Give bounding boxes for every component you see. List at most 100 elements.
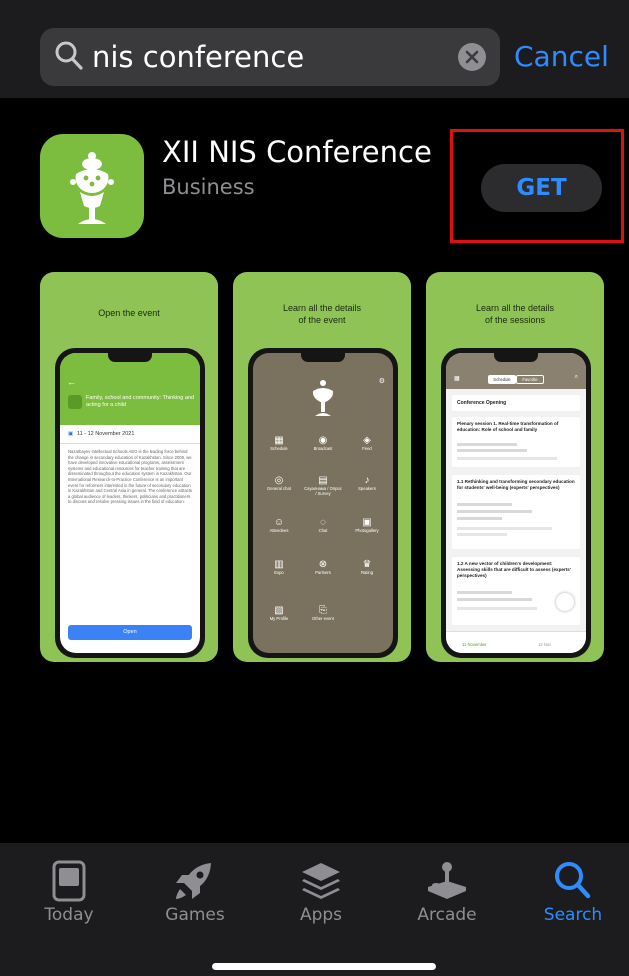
phone-screen: ▦ Schedule Favorite ⌕ Conference Opening… [446, 353, 586, 653]
menu-label: Photogallery [355, 528, 379, 533]
search-input[interactable]: nis conference [40, 28, 500, 86]
event-description: Nazarbayev Intellectual Schools AEO is t… [68, 449, 192, 505]
search-header: nis conference Cancel [0, 0, 629, 98]
tab-bar: Today Games Apps Arcade Search [0, 843, 629, 976]
menu-label: Broadcast [313, 446, 333, 451]
session-card: 1.2 A new vector of children's developme… [452, 557, 580, 625]
divider [60, 443, 200, 444]
menu-item-broadcast: ◉ Broadcast [303, 435, 343, 451]
people-icon: ☺ [273, 517, 285, 528]
menu-item-general-chat: ◎ General chat [259, 475, 299, 491]
menu-item-schedule: ▦ Schedule [259, 435, 299, 451]
phone-frame: ⚙ ▦ Schedule ◉ Broadcast ◈ Feed ◎ General ch… [248, 348, 398, 658]
event-logo-icon [68, 395, 82, 409]
menu-label: Attendees [269, 528, 289, 533]
tab-label: Arcade [417, 905, 477, 925]
photo-icon: ▣ [362, 517, 372, 528]
event-banner [60, 353, 200, 425]
microphone-icon: ♪ [364, 475, 370, 486]
session-title: Plenary session 1. Real-time transformat… [457, 421, 559, 432]
menu-label: Сауалнама / Опрос / Survey [304, 486, 342, 496]
floating-action-icon [556, 593, 574, 611]
session-card: Conference Opening [452, 395, 580, 411]
event-date: 11 - 12 November 2021 [77, 431, 135, 437]
cancel-button[interactable]: Cancel [514, 40, 609, 73]
menu-label: Rating [360, 570, 374, 575]
menu-label: Speakers [358, 486, 376, 491]
menu-label: Other event [312, 616, 334, 621]
tab-arcade[interactable]: Arcade [392, 843, 502, 943]
menu-item-speakers: ♪ Speakers [347, 475, 387, 491]
bottom-tab: 11 November [462, 642, 487, 647]
menu-item-my-profile: ▧ My Profile [259, 605, 299, 621]
app-category: Business [162, 175, 255, 199]
session-title: 1.1 Rethinking and transforming secondar… [457, 479, 575, 490]
tab-games[interactable]: Games [140, 843, 250, 943]
screenshot-caption: Learn all the details of the event [233, 302, 411, 326]
expo-icon: ▥ [274, 559, 284, 570]
apps-stack-icon [266, 859, 376, 903]
menu-item-other-event: ⎘ Other event [303, 605, 343, 621]
app-screenshot-1[interactable]: Open the event ← Family, school and comm… [40, 272, 218, 662]
app-title[interactable]: XII NIS Conference [162, 135, 432, 169]
session-speakers [457, 533, 507, 536]
session-tag [457, 591, 512, 594]
clear-search-icon[interactable] [458, 43, 486, 71]
chat-icon: ◎ [274, 475, 284, 486]
event-title: Family, school and community: Thinking a… [86, 395, 195, 408]
joystick-icon [392, 859, 502, 903]
search-icon [54, 39, 84, 78]
sessions-bottom-tabs: 11 November 12 Nov [446, 631, 586, 653]
app-icon[interactable] [40, 134, 144, 238]
tab-favorite: Favorite [516, 375, 544, 384]
tab-label: Today [44, 905, 94, 925]
menu-item-expo: ▥ Expo [259, 559, 299, 575]
search-icon [518, 859, 628, 903]
session-speakers [457, 457, 557, 460]
gear-icon: ⚙ [378, 378, 385, 385]
bottom-tab: 12 Nov [538, 642, 552, 647]
app-screenshot-3[interactable]: Learn all the details of the sessions ▦ … [426, 272, 604, 662]
tree-logo-icon [312, 380, 334, 416]
menu-label: Chat [318, 528, 328, 533]
tab-apps[interactable]: Apps [266, 843, 376, 943]
tab-label: Search [543, 905, 603, 925]
menu-item-chat: ◌ Chat [303, 517, 343, 533]
tab-search[interactable]: Search [518, 843, 628, 943]
phone-notch [301, 353, 345, 362]
menu-item-partners: ⊗ Partners [303, 559, 343, 575]
caption-line: Learn all the details [282, 303, 362, 313]
session-tag [457, 517, 502, 520]
today-icon [14, 859, 124, 903]
menu-item-rating: ♛ Rating [347, 559, 387, 575]
back-arrow-icon: ← [67, 377, 76, 387]
menu-label: Schedule [270, 446, 288, 451]
menu-label: Feed [362, 446, 372, 451]
screenshot-caption: Open the event [98, 308, 160, 318]
session-tag [457, 503, 512, 506]
session-tag [457, 510, 532, 513]
tab-today[interactable]: Today [14, 843, 124, 943]
session-tag [457, 598, 532, 601]
chat-bubble-icon: ◌ [320, 517, 326, 528]
survey-icon: ▤ [318, 475, 328, 486]
profile-icon: ▧ [274, 605, 284, 616]
menu-item-feed: ◈ Feed [347, 435, 387, 451]
tab-label: Games [165, 905, 225, 925]
phone-notch [494, 353, 538, 362]
session-speakers [457, 607, 537, 610]
home-indicator[interactable] [212, 963, 436, 970]
menu-item-photogallery: ▣ Photogallery [347, 517, 387, 533]
session-card: 1.1 Rethinking and transforming secondar… [452, 475, 580, 549]
search-icon: ⌕ [574, 374, 578, 380]
caption-line: of the event [298, 315, 346, 325]
get-button[interactable]: GET [481, 164, 602, 212]
phone-screen: ⚙ ▦ Schedule ◉ Broadcast ◈ Feed ◎ General ch… [253, 353, 393, 653]
session-title: Conference Opening [457, 400, 507, 406]
feed-icon: ◈ [363, 435, 371, 446]
tree-logo-icon [70, 152, 114, 224]
tab-schedule: Schedule [488, 375, 516, 384]
app-screenshot-2[interactable]: Learn all the details of the event ⚙ ▦ Sc… [233, 272, 411, 662]
caption-line: of the sessions [484, 315, 546, 325]
session-tag [457, 449, 527, 452]
